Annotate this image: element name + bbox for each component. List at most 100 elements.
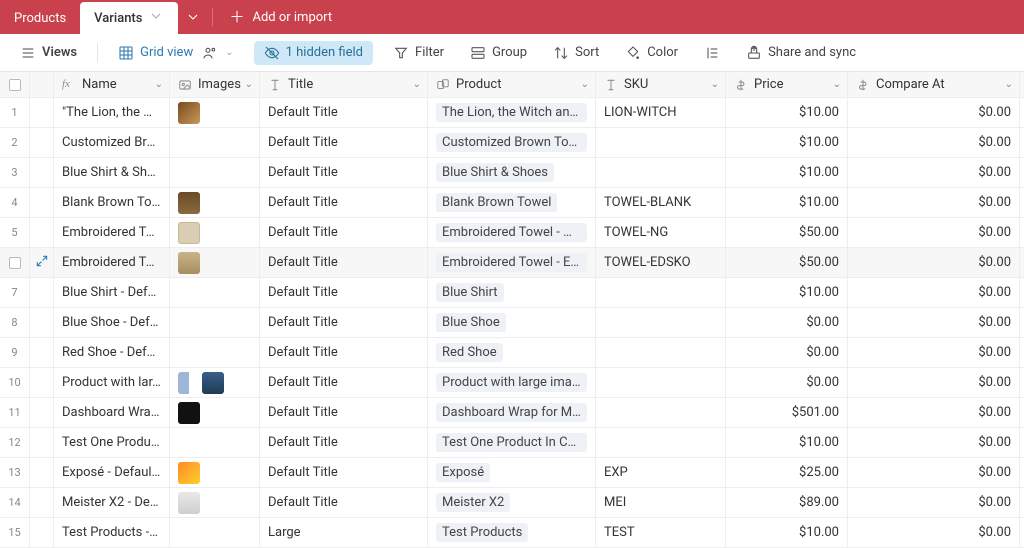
cell-product[interactable]: Embroidered Towel - Edsko xyxy=(428,248,596,277)
expand-cell[interactable] xyxy=(30,218,54,247)
cell-price[interactable]: $10.00 xyxy=(726,158,848,187)
row-number-cell[interactable]: 12 xyxy=(0,428,30,457)
row-number-cell[interactable]: 10 xyxy=(0,368,30,397)
cell-price[interactable]: $10.00 xyxy=(726,428,848,457)
cell-name[interactable]: Customized Bro… xyxy=(54,128,170,157)
cell-title[interactable]: Default Title xyxy=(260,488,428,517)
cell-images[interactable] xyxy=(170,398,260,427)
col-header-price[interactable]: Price ⌄ xyxy=(726,72,848,97)
row-number-cell[interactable]: 2 xyxy=(0,128,30,157)
cell-title[interactable]: Default Title xyxy=(260,368,428,397)
cell-name[interactable]: "The Lion, the W… xyxy=(54,98,170,127)
cell-price[interactable]: $10.00 xyxy=(726,98,848,127)
sort-button[interactable]: Sort xyxy=(547,41,605,65)
table-row[interactable]: 3Blue Shirt & Sho…Default TitleBlue Shir… xyxy=(0,158,1024,188)
cell-images[interactable] xyxy=(170,488,260,517)
cell-compare-at[interactable]: $0.00 xyxy=(848,188,1020,217)
expand-cell[interactable] xyxy=(30,98,54,127)
cell-name[interactable]: Exposé - Default… xyxy=(54,458,170,487)
cell-price[interactable]: $25.00 xyxy=(726,458,848,487)
cell-sku[interactable]: LION-WITCH xyxy=(596,98,726,127)
cell-compare-at[interactable]: $0.00 xyxy=(848,368,1020,397)
cell-name[interactable]: Embroidered To… xyxy=(54,218,170,247)
row-height-button[interactable] xyxy=(698,41,726,65)
cell-title[interactable]: Default Title xyxy=(260,278,428,307)
linked-record-chip[interactable]: Red Shoe xyxy=(436,343,503,362)
expand-cell[interactable] xyxy=(30,158,54,187)
cell-sku[interactable]: TEST xyxy=(596,518,726,547)
expand-cell[interactable] xyxy=(30,278,54,307)
cell-sku[interactable] xyxy=(596,398,726,427)
cell-compare-at[interactable]: $0.00 xyxy=(848,278,1020,307)
cell-compare-at[interactable]: $0.00 xyxy=(848,308,1020,337)
linked-record-chip[interactable]: Meister X2 xyxy=(436,493,510,512)
cell-name[interactable]: Blank Brown To… xyxy=(54,188,170,217)
cell-compare-at[interactable]: $0.00 xyxy=(848,128,1020,157)
cell-images[interactable] xyxy=(170,218,260,247)
row-number-cell[interactable]: 11 xyxy=(0,398,30,427)
expand-cell[interactable] xyxy=(30,338,54,367)
cell-compare-at[interactable]: $0.00 xyxy=(848,428,1020,457)
expand-cell[interactable] xyxy=(30,518,54,547)
table-row[interactable]: 14Meister X2 - Def…Default TitleMeister … xyxy=(0,488,1024,518)
cell-product[interactable]: Blue Shirt & Shoes xyxy=(428,158,596,187)
cell-title[interactable]: Default Title xyxy=(260,458,428,487)
tab-variants[interactable]: Variants xyxy=(80,2,178,34)
cell-compare-at[interactable]: $0.00 xyxy=(848,458,1020,487)
linked-record-chip[interactable]: Product with large image xyxy=(436,373,587,392)
row-number-cell[interactable]: 7 xyxy=(0,278,30,307)
cell-images[interactable] xyxy=(170,458,260,487)
cell-title[interactable]: Default Title xyxy=(260,428,428,457)
cell-sku[interactable] xyxy=(596,128,726,157)
table-row[interactable]: 10Product with lar…Default TitleProduct … xyxy=(0,368,1024,398)
cell-images[interactable] xyxy=(170,128,260,157)
cell-product[interactable]: Exposé xyxy=(428,458,596,487)
cell-title[interactable]: Default Title xyxy=(260,98,428,127)
grid-view-button[interactable]: Grid view ⌄ xyxy=(112,41,240,65)
table-row[interactable]: 1"The Lion, the W…Default TitleThe Lion,… xyxy=(0,98,1024,128)
tab-products[interactable]: Products xyxy=(0,2,80,34)
table-row[interactable]: 13Exposé - Default…Default TitleExposéEX… xyxy=(0,458,1024,488)
cell-product[interactable]: Blue Shirt xyxy=(428,278,596,307)
cell-product[interactable]: Test One Product In Cart At xyxy=(428,428,596,457)
table-row[interactable]: Embroidered To…Default TitleEmbroidered … xyxy=(0,248,1024,278)
filter-button[interactable]: Filter xyxy=(387,41,450,65)
cell-price[interactable]: $10.00 xyxy=(726,128,848,157)
table-row[interactable]: 15Test Products - …LargeTest ProductsTES… xyxy=(0,518,1024,548)
cell-images[interactable] xyxy=(170,368,260,397)
cell-price[interactable]: $50.00 xyxy=(726,248,848,277)
cell-title[interactable]: Default Title xyxy=(260,248,428,277)
cell-product[interactable]: The Lion, the Witch and the xyxy=(428,98,596,127)
cell-price[interactable]: $501.00 xyxy=(726,398,848,427)
table-row[interactable]: 9Red Shoe - Defa…Default TitleRed Shoe$0… xyxy=(0,338,1024,368)
table-row[interactable]: 11Dashboard Wrap…Default TitleDashboard … xyxy=(0,398,1024,428)
linked-record-chip[interactable]: Dashboard Wrap for Model xyxy=(436,403,587,422)
cell-title[interactable]: Default Title xyxy=(260,398,428,427)
col-header-title[interactable]: Title ⌄ xyxy=(260,72,428,97)
cell-price[interactable]: $0.00 xyxy=(726,338,848,367)
cell-title[interactable]: Default Title xyxy=(260,188,428,217)
table-row[interactable]: 2 Customized Bro… Default Title Customized … xyxy=(0,128,1024,158)
hidden-fields-button[interactable]: 1 hidden field xyxy=(254,41,373,65)
cell-images[interactable] xyxy=(170,248,260,277)
linked-record-chip[interactable]: Exposé xyxy=(436,463,490,482)
cell-images[interactable] xyxy=(170,98,260,127)
linked-record-chip[interactable]: Embroidered Towel - Edsko xyxy=(436,253,587,272)
cell-price[interactable]: $0.00 xyxy=(726,368,848,397)
cell-images[interactable] xyxy=(170,428,260,457)
row-number-cell[interactable]: 9 xyxy=(0,338,30,367)
group-button[interactable]: Group xyxy=(464,41,533,65)
col-header-name[interactable]: fx Name ⌄ xyxy=(54,72,170,97)
expand-cell[interactable] xyxy=(30,128,54,157)
linked-record-chip[interactable]: Customized Brown Towel xyxy=(436,133,587,152)
linked-record-chip[interactable]: Test Products xyxy=(436,523,528,542)
expand-cell[interactable] xyxy=(30,308,54,337)
row-number-cell[interactable]: 13 xyxy=(0,458,30,487)
expand-cell[interactable] xyxy=(30,248,54,277)
expand-cell[interactable] xyxy=(30,398,54,427)
expand-cell[interactable] xyxy=(30,368,54,397)
cell-price[interactable]: $50.00 xyxy=(726,218,848,247)
cell-title[interactable]: Default Title xyxy=(260,128,428,157)
cell-product[interactable]: Blank Brown Towel xyxy=(428,188,596,217)
linked-record-chip[interactable]: Test One Product In Cart At xyxy=(436,433,587,452)
